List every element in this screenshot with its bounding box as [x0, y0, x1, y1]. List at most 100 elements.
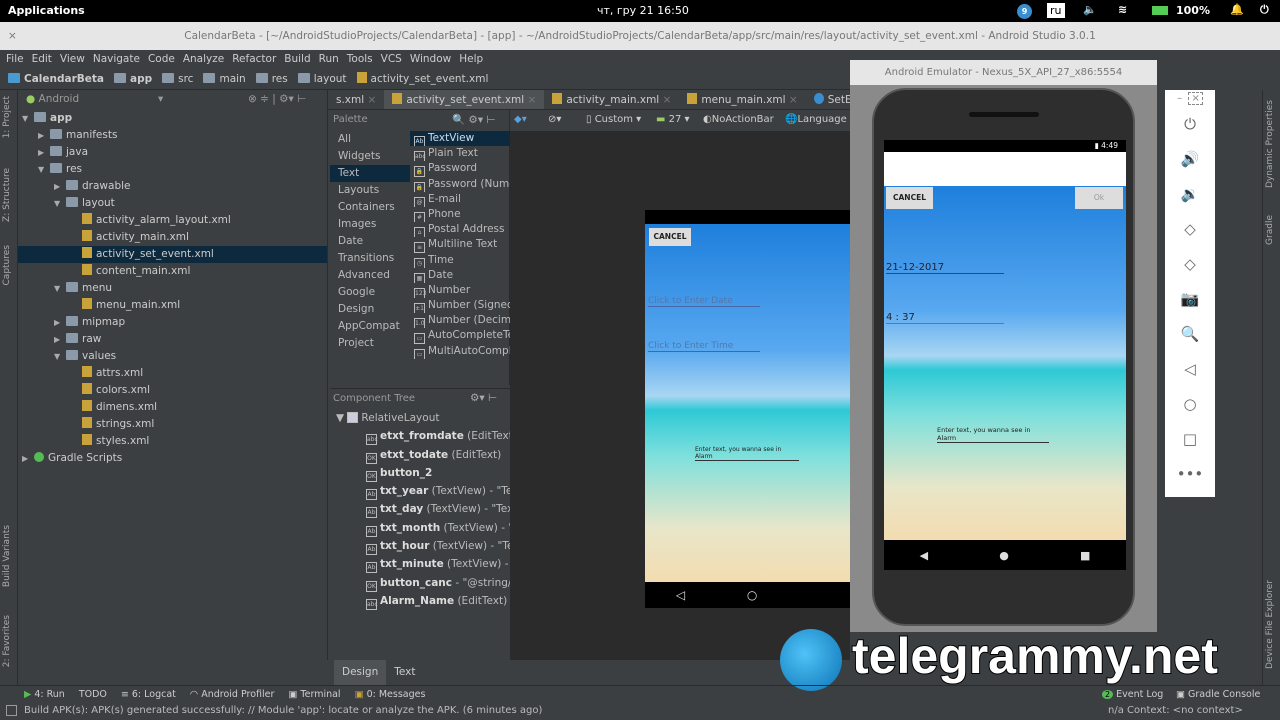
tree-item[interactable]: ▼ menu: [18, 280, 327, 297]
emulator-control-icon[interactable]: ⏻: [1165, 107, 1215, 142]
editor-tab[interactable]: s.xml ×: [328, 90, 384, 109]
menu-build[interactable]: Build: [284, 50, 310, 68]
tree-item[interactable]: content_main.xml: [18, 263, 327, 280]
menu-edit[interactable]: Edit: [32, 50, 52, 68]
palette-category[interactable]: Layouts: [330, 182, 410, 199]
breadcrumb-src[interactable]: src: [162, 68, 193, 89]
tree-item[interactable]: ▶ mipmap: [18, 314, 327, 331]
palette-category[interactable]: Advanced: [330, 267, 410, 284]
tree-item[interactable]: activity_main.xml: [18, 229, 327, 246]
tree-root[interactable]: ▼ RelativeLayout: [330, 409, 510, 427]
preview-date-field[interactable]: Click to Enter Date: [648, 296, 760, 307]
tree-item[interactable]: dimens.xml: [18, 399, 327, 416]
emulator-control-icon[interactable]: ◇: [1165, 247, 1215, 282]
component-tree-item[interactable]: Abtxt_year (TextView) - "TextVi: [330, 482, 510, 501]
menu-vcs[interactable]: VCS: [381, 50, 402, 68]
api-selector[interactable]: ▬ 27 ▾: [656, 114, 690, 125]
palette-category[interactable]: Images: [330, 216, 410, 233]
palette-item[interactable]: Ab TextView: [410, 131, 510, 147]
editor-tab[interactable]: menu_main.xml ×: [679, 90, 805, 109]
palette-category[interactable]: Containers: [330, 199, 410, 216]
tool-gradle[interactable]: Gradle: [1265, 215, 1275, 245]
emulator-screen[interactable]: ▮ 4:49 CANCEL Ok 21-12-2017 4 : 37 Enter…: [884, 140, 1126, 570]
component-tree-item[interactable]: abcAlarm_Name (EditText) - "@: [330, 592, 510, 610]
palette-item[interactable]: 1.0Number (Decimal: [410, 313, 510, 329]
emulator-control-icon[interactable]: ◇: [1165, 212, 1215, 247]
palette-item[interactable]: 🔒 Password: [410, 161, 510, 177]
sync-icon[interactable]: ⊗ ≑ | ⚙▾ ⊢: [248, 90, 306, 108]
emulator-control-icon[interactable]: 📷: [1165, 282, 1215, 317]
event-log-button[interactable]: 2 Event Log: [1102, 686, 1163, 703]
palette-item[interactable]: ≡ Multiline Text: [410, 237, 510, 253]
tree-item[interactable]: menu_main.xml: [18, 297, 327, 314]
breadcrumb-layout[interactable]: layout: [297, 68, 347, 89]
close-icon[interactable]: ×: [8, 22, 17, 50]
language-selector[interactable]: 🌐Language: [785, 114, 847, 125]
tool-terminal[interactable]: ▣ Terminal: [288, 686, 340, 702]
tool-build-variants[interactable]: Build Variants: [2, 525, 12, 587]
tree-item[interactable]: ▶ manifests: [18, 127, 327, 144]
theme-selector[interactable]: ◐NoActionBar: [703, 114, 774, 125]
preview-alarm-field[interactable]: Enter text, you wanna see in Alarm: [695, 446, 799, 461]
clock[interactable]: чт, гру 21 16:50: [597, 4, 689, 17]
volume-icon[interactable]: 🔈: [1083, 3, 1097, 16]
palette-item[interactable]: ▭AutoCompleteTex: [410, 328, 510, 344]
menu-help[interactable]: Help: [459, 50, 483, 68]
tool-profiler[interactable]: ◠ Android Profiler: [190, 686, 275, 702]
bell-icon[interactable]: 🔔: [1230, 3, 1244, 16]
tree-item[interactable]: ▼ res: [18, 161, 327, 178]
tree-item[interactable]: ▶ drawable: [18, 178, 327, 195]
menu-analyze[interactable]: Analyze: [183, 50, 224, 68]
tool-dynamic-properties[interactable]: Dynamic Properties: [1265, 100, 1275, 188]
project-view-selector[interactable]: ● Android ▾ ⊗ ≑ | ⚙▾ ⊢: [18, 90, 327, 108]
back-button[interactable]: ◀: [920, 549, 928, 562]
orientation-icon[interactable]: ⊘▾: [548, 114, 561, 125]
palette-item[interactable]: @ E-mail: [410, 192, 510, 207]
emulator-control-icon[interactable]: □: [1165, 422, 1215, 457]
tool-project[interactable]: 1: Project: [2, 96, 12, 138]
tree-item[interactable]: ▶ java: [18, 144, 327, 161]
palette-item[interactable]: ▦ Date: [410, 268, 510, 283]
menu-code[interactable]: Code: [148, 50, 175, 68]
palette-category[interactable]: Text: [330, 165, 410, 182]
editor-tab[interactable]: activity_main.xml ×: [544, 90, 679, 109]
emulator-control-icon[interactable]: ○: [1165, 387, 1215, 422]
menu-refactor[interactable]: Refactor: [232, 50, 276, 68]
wifi-icon[interactable]: ≋: [1118, 3, 1127, 16]
menu-window[interactable]: Window: [410, 50, 451, 68]
menu-view[interactable]: View: [60, 50, 85, 68]
tree-item[interactable]: ▶ raw: [18, 331, 327, 348]
tree-item[interactable]: activity_set_event.xml: [18, 246, 327, 263]
tool-logcat[interactable]: ≡ 6: Logcat: [121, 686, 176, 702]
emulator-control-icon[interactable]: ◁: [1165, 352, 1215, 387]
tree-item[interactable]: colors.xml: [18, 382, 327, 399]
date-field[interactable]: 21-12-2017: [886, 262, 1004, 274]
tool-messages[interactable]: ▣ 0: Messages: [355, 686, 426, 702]
tree-item[interactable]: ▼ app: [18, 110, 327, 127]
tool-todo[interactable]: TODO: [79, 686, 107, 702]
breadcrumb-app[interactable]: app: [114, 68, 152, 89]
palette-item[interactable]: # Phone: [410, 207, 510, 223]
tab-design[interactable]: Design: [334, 660, 387, 685]
component-tree-item[interactable]: OK button_2: [330, 464, 510, 482]
emulator-control-icon[interactable]: •••: [1165, 457, 1215, 492]
breadcrumb-file[interactable]: activity_set_event.xml: [356, 68, 488, 89]
palette-item[interactable]: ⌂ Postal Address: [410, 222, 510, 238]
alarm-name-field[interactable]: Enter text, you wanna see in Alarm: [937, 426, 1049, 443]
tree-item[interactable]: strings.xml: [18, 416, 327, 433]
notification-badge[interactable]: 9: [1017, 4, 1032, 19]
editor-tab[interactable]: activity_set_event.xml ×: [384, 90, 545, 109]
tree-item[interactable]: ▼ layout: [18, 195, 327, 212]
power-icon[interactable]: ⏻: [1260, 3, 1269, 17]
component-tree-item[interactable]: OKbutton_canc - "@string/canc: [330, 574, 510, 592]
tree-item[interactable]: activity_alarm_layout.xml: [18, 212, 327, 229]
component-tree-item[interactable]: Abtxt_hour (TextView) - "TextV: [330, 537, 510, 556]
home-button[interactable]: ●: [999, 549, 1009, 562]
palette-item[interactable]: ▭MultiAutoComplet: [410, 344, 510, 359]
palette-item[interactable]: 123 Number: [410, 283, 510, 299]
tree-item[interactable]: styles.xml: [18, 433, 327, 450]
component-tree-item[interactable]: OK etxt_todate (EditText): [330, 446, 510, 464]
cancel-button[interactable]: CANCEL: [886, 187, 933, 209]
palette-category[interactable]: All: [330, 131, 410, 148]
editor-tab[interactable]: SetEvent.java ×: [806, 90, 850, 109]
